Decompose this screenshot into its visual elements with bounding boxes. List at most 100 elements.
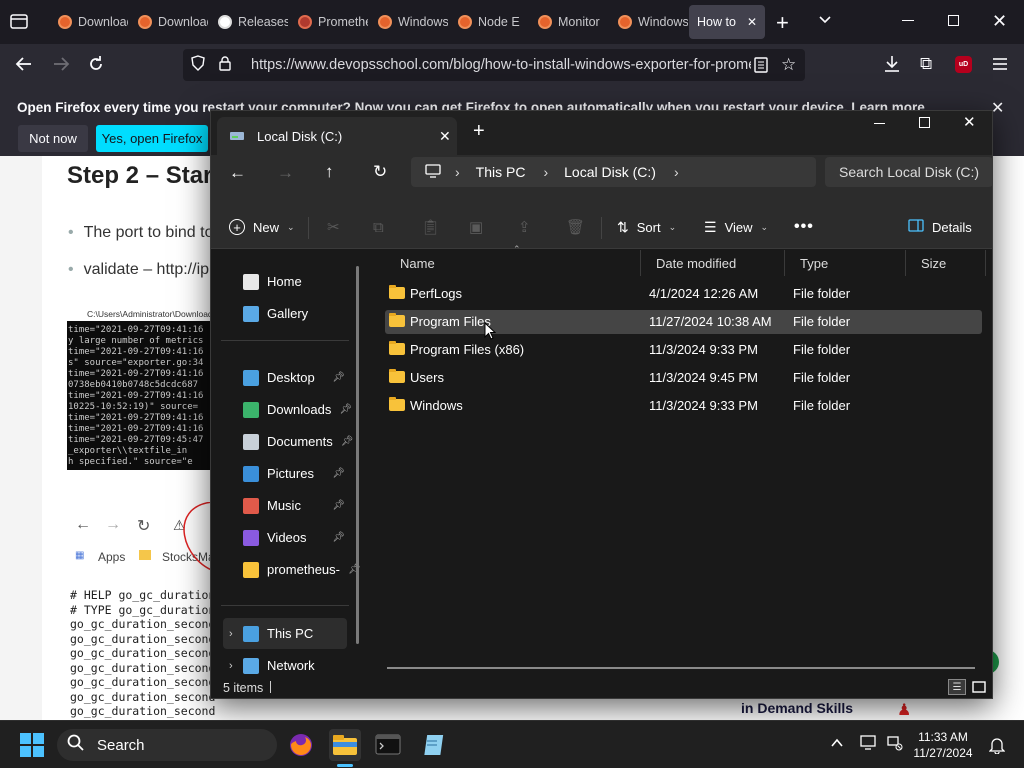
column-header[interactable]: Name xyxy=(385,250,641,276)
sidebar-item[interactable]: prometheus- 📌︎ xyxy=(223,554,361,585)
browser-tab[interactable]: Download xyxy=(50,5,128,39)
copy-icon[interactable]: ⧉ xyxy=(373,205,384,249)
bookmark-star-icon[interactable]: ☆ xyxy=(781,55,796,75)
address-breadcrumb[interactable]: › This PC › Local Disk (C:) › xyxy=(411,157,816,187)
cut-icon[interactable]: ✂ xyxy=(327,205,340,249)
chevron-right-icon[interactable]: › xyxy=(455,164,460,180)
share-icon[interactable]: ⇪ xyxy=(518,205,531,249)
up-icon[interactable]: ↑ xyxy=(325,162,334,182)
file-explorer-icon[interactable] xyxy=(329,729,361,767)
terminal-icon[interactable] xyxy=(372,729,404,761)
column-header[interactable]: Date modified xyxy=(641,250,785,276)
browser-tab[interactable]: Download xyxy=(130,5,208,39)
column-header[interactable]: Type xyxy=(785,250,906,276)
file-name-cell[interactable]: Users xyxy=(389,369,444,385)
explorer-minimize-icon[interactable] xyxy=(874,123,885,124)
sidebar-item[interactable]: Desktop 📌︎ xyxy=(223,362,347,393)
breadcrumb-this-pc[interactable]: This PC xyxy=(476,164,526,180)
expand-chevron-icon[interactable]: › xyxy=(229,628,233,640)
view-button[interactable]: ☰ View ⌄ xyxy=(704,205,768,249)
rename-icon[interactable]: ▣ xyxy=(469,205,483,249)
notification-bell-icon[interactable] xyxy=(988,736,1006,757)
breadcrumb-local-disk[interactable]: Local Disk (C:) xyxy=(564,164,656,180)
browser-tab[interactable]: Prometheus xyxy=(290,5,368,39)
browser-tab[interactable]: Windows xyxy=(610,5,688,39)
explorer-tab[interactable]: Local Disk (C:) ✕ xyxy=(217,117,457,155)
sidebar-item[interactable]: Documents 📌︎ xyxy=(223,426,353,457)
notepad-icon[interactable] xyxy=(416,729,448,761)
delete-icon[interactable]: 🗑︎ xyxy=(566,205,585,249)
chevron-right-icon[interactable]: › xyxy=(674,164,679,180)
details-button[interactable]: Details xyxy=(908,205,972,249)
chevron-right-icon[interactable]: › xyxy=(543,164,548,180)
file-name-cell[interactable]: Windows xyxy=(389,397,463,413)
close-notification-icon[interactable]: ✕ xyxy=(991,98,1004,118)
new-button[interactable]: + New ⌄ xyxy=(229,205,295,249)
browser-tab[interactable]: Monitor xyxy=(530,5,608,39)
file-name-cell[interactable]: Program Files xyxy=(389,313,491,329)
file-row[interactable]: PerfLogs 4/1/2024 12:26 AM File folder xyxy=(385,282,982,306)
new-tab-icon[interactable]: + xyxy=(776,10,789,36)
chevron-up-icon[interactable] xyxy=(830,737,844,752)
tab-list-icon[interactable] xyxy=(10,13,28,29)
lock-icon[interactable] xyxy=(219,55,235,75)
file-row[interactable]: Windows 11/3/2024 9:33 PM File folder xyxy=(385,394,982,418)
chevron-down-icon[interactable] xyxy=(817,12,833,31)
bullet-validate[interactable]: validate – http://ip xyxy=(68,261,209,279)
explorer-maximize-icon[interactable] xyxy=(919,117,930,128)
forward-icon[interactable]: → xyxy=(277,163,294,183)
sidebar-scrollbar[interactable] xyxy=(356,266,359,644)
menu-icon[interactable] xyxy=(992,57,1008,74)
file-name-cell[interactable]: Program Files (x86) xyxy=(389,341,524,357)
monitor-icon[interactable] xyxy=(425,163,441,181)
close-tab-icon[interactable]: ✕ xyxy=(747,15,757,29)
sort-button[interactable]: ⇅ Sort ⌄ xyxy=(617,205,676,249)
sidebar-item[interactable]: Gallery xyxy=(223,298,347,329)
yes-open-firefox-button[interactable]: Yes, open Firefox xyxy=(96,125,208,152)
more-options-icon[interactable]: ••• xyxy=(794,205,814,249)
sidebar-item[interactable]: Downloads 📌︎ xyxy=(223,394,352,425)
downloads-icon[interactable] xyxy=(883,55,901,76)
firefox-icon[interactable] xyxy=(285,729,317,761)
sidebar-item[interactable]: Music 📌︎ xyxy=(223,490,347,521)
close-tab-icon[interactable]: ✕ xyxy=(439,128,451,145)
shield-icon[interactable] xyxy=(191,55,207,75)
minimize-icon[interactable] xyxy=(902,20,914,21)
url-bar[interactable]: https://www.devopsschool.com/blog/how-to… xyxy=(183,49,805,81)
close-window-icon[interactable]: ✕ xyxy=(992,11,1007,32)
search-input[interactable]: Search Local Disk (C:) xyxy=(825,157,993,187)
new-tab-icon[interactable]: + xyxy=(473,120,485,143)
network-status-icon[interactable] xyxy=(886,735,904,754)
browser-tab[interactable]: How to ✕ xyxy=(689,5,765,39)
ublock-icon[interactable]: uD xyxy=(955,56,972,73)
sidebar-item[interactable]: Pictures 📌︎ xyxy=(223,458,347,489)
display-icon[interactable] xyxy=(860,735,878,754)
browser-tab[interactable]: Node E xyxy=(450,5,528,39)
horizontal-scrollbar[interactable] xyxy=(387,667,975,669)
extensions-icon[interactable]: ⧉ xyxy=(920,54,932,74)
restore-icon[interactable] xyxy=(948,15,959,26)
reload-icon[interactable] xyxy=(87,55,105,76)
column-header[interactable]: Size xyxy=(906,250,986,276)
reader-view-icon[interactable] xyxy=(754,57,768,77)
refresh-icon[interactable]: ↻ xyxy=(373,162,387,182)
not-now-button[interactable]: Not now xyxy=(18,125,88,152)
file-row[interactable]: Program Files 11/27/2024 10:38 AM File fol… xyxy=(385,310,982,334)
start-icon[interactable] xyxy=(20,733,44,760)
file-row[interactable]: Program Files (x86) 11/3/2024 9:33 PM File… xyxy=(385,338,982,362)
file-row[interactable]: Users 11/3/2024 9:45 PM File folder xyxy=(385,366,982,390)
system-clock[interactable]: 11:33 AM 11/27/2024 xyxy=(911,729,975,761)
explorer-close-icon[interactable]: ✕ xyxy=(963,113,976,131)
url-text[interactable]: https://www.devopsschool.com/blog/how-to… xyxy=(251,57,751,73)
forward-icon[interactable] xyxy=(52,55,70,76)
tiles-view-icon[interactable] xyxy=(970,679,988,695)
back-icon[interactable]: ← xyxy=(229,163,246,183)
back-icon[interactable] xyxy=(15,55,33,76)
file-name-cell[interactable]: PerfLogs xyxy=(389,285,462,301)
sidebar-item[interactable]: Videos 📌︎ xyxy=(223,522,347,553)
taskbar-search[interactable]: Search xyxy=(57,729,277,761)
details-view-icon[interactable]: ☰ xyxy=(948,679,966,695)
expand-chevron-icon[interactable]: › xyxy=(229,660,233,672)
sidebar-item[interactable]: Home xyxy=(223,266,347,297)
sidebar-item[interactable]: › This PC xyxy=(223,618,347,649)
